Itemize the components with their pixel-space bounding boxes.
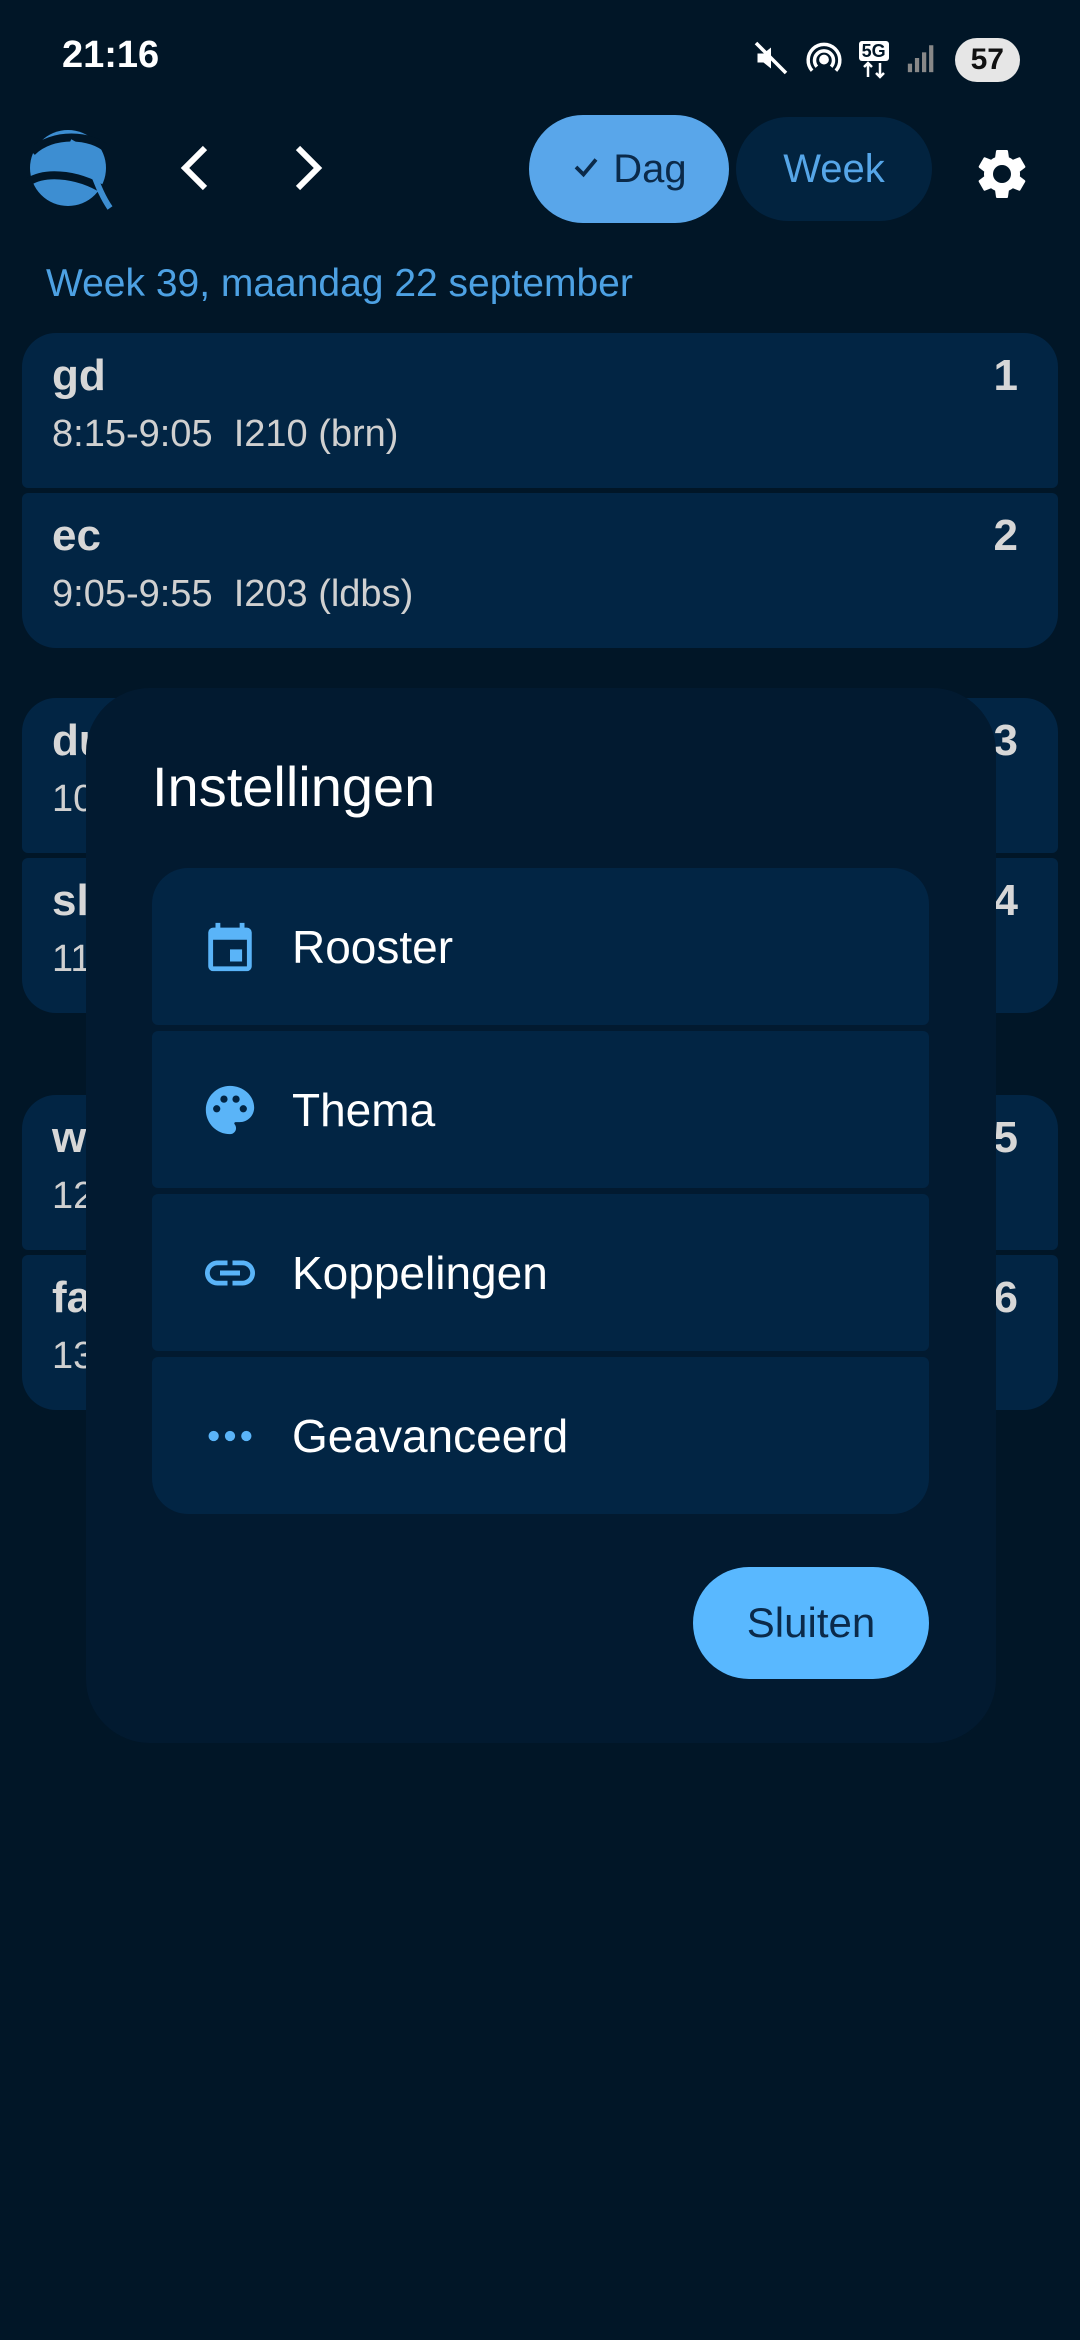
lesson-card[interactable]: gd 8:15-9:05 I210 (brn) 1 (22, 333, 1058, 488)
5g-data-icon: 5G (858, 41, 889, 79)
battery-level: 57 (954, 38, 1020, 82)
lesson-details: 9:05-9:55 I203 (ldbs) (52, 573, 414, 615)
lesson-details: 8:15-9:05 I210 (brn) (52, 413, 399, 455)
lesson-number: 4 (993, 876, 1018, 925)
lesson-subject: ec (52, 511, 101, 560)
close-button[interactable]: Sluiten (693, 1567, 929, 1679)
settings-item-label: Rooster (292, 920, 454, 973)
next-button[interactable] (278, 140, 338, 200)
previous-button[interactable] (165, 140, 225, 200)
settings-button[interactable] (972, 144, 1032, 204)
check-icon (571, 147, 601, 192)
calendar-icon (200, 917, 260, 977)
status-icons: 5G 57 (753, 38, 1020, 82)
lesson-number: 3 (993, 716, 1018, 765)
settings-item-label: Geavanceerd (292, 1409, 569, 1462)
view-week-label: Week (783, 146, 885, 191)
lesson-number: 2 (993, 511, 1018, 560)
settings-item-geavanceerd[interactable]: Geavanceerd (152, 1357, 929, 1514)
chevron-right-icon (288, 144, 328, 197)
network-type: 5G (858, 41, 889, 61)
app-logo (22, 122, 114, 214)
signal-icon (905, 41, 939, 80)
status-bar: 21:16 5G 57 (0, 0, 1080, 120)
view-day-label: Dag (613, 146, 687, 191)
lesson-subject: sl (52, 876, 89, 925)
chevron-left-icon (175, 144, 215, 197)
settings-item-thema[interactable]: Thema (152, 1031, 929, 1188)
settings-item-label: Thema (292, 1083, 436, 1136)
settings-item-koppelingen[interactable]: Koppelingen (152, 1194, 929, 1351)
lesson-subject: gd (52, 351, 106, 400)
lesson-group: gd 8:15-9:05 I210 (brn) 1 ec 9:05-9:55 I… (22, 333, 1058, 648)
lesson-card[interactable]: ec 9:05-9:55 I203 (ldbs) 2 (22, 493, 1058, 648)
lesson-subject: w (52, 1113, 87, 1162)
lesson-number: 5 (993, 1113, 1018, 1162)
mute-icon (753, 40, 789, 81)
more-horiz-icon (200, 1406, 260, 1466)
hotspot-icon (805, 39, 843, 82)
palette-icon (200, 1080, 260, 1140)
lesson-number: 1 (993, 351, 1018, 400)
link-icon (200, 1243, 260, 1303)
view-week-button[interactable]: Week (736, 117, 932, 221)
dialog-title: Instellingen (152, 755, 436, 818)
settings-item-label: Koppelingen (292, 1246, 548, 1299)
settings-item-rooster[interactable]: Rooster (152, 868, 929, 1025)
status-time: 21:16 (62, 34, 160, 76)
settings-dialog: Instellingen Rooster Thema Koppelingen G… (86, 688, 996, 1743)
gear-icon (972, 149, 1032, 208)
top-toolbar: Dag Week (0, 110, 1080, 230)
lesson-number: 6 (993, 1273, 1018, 1322)
date-heading: Week 39, maandag 22 september (46, 262, 633, 305)
view-day-button[interactable]: Dag (529, 115, 729, 223)
